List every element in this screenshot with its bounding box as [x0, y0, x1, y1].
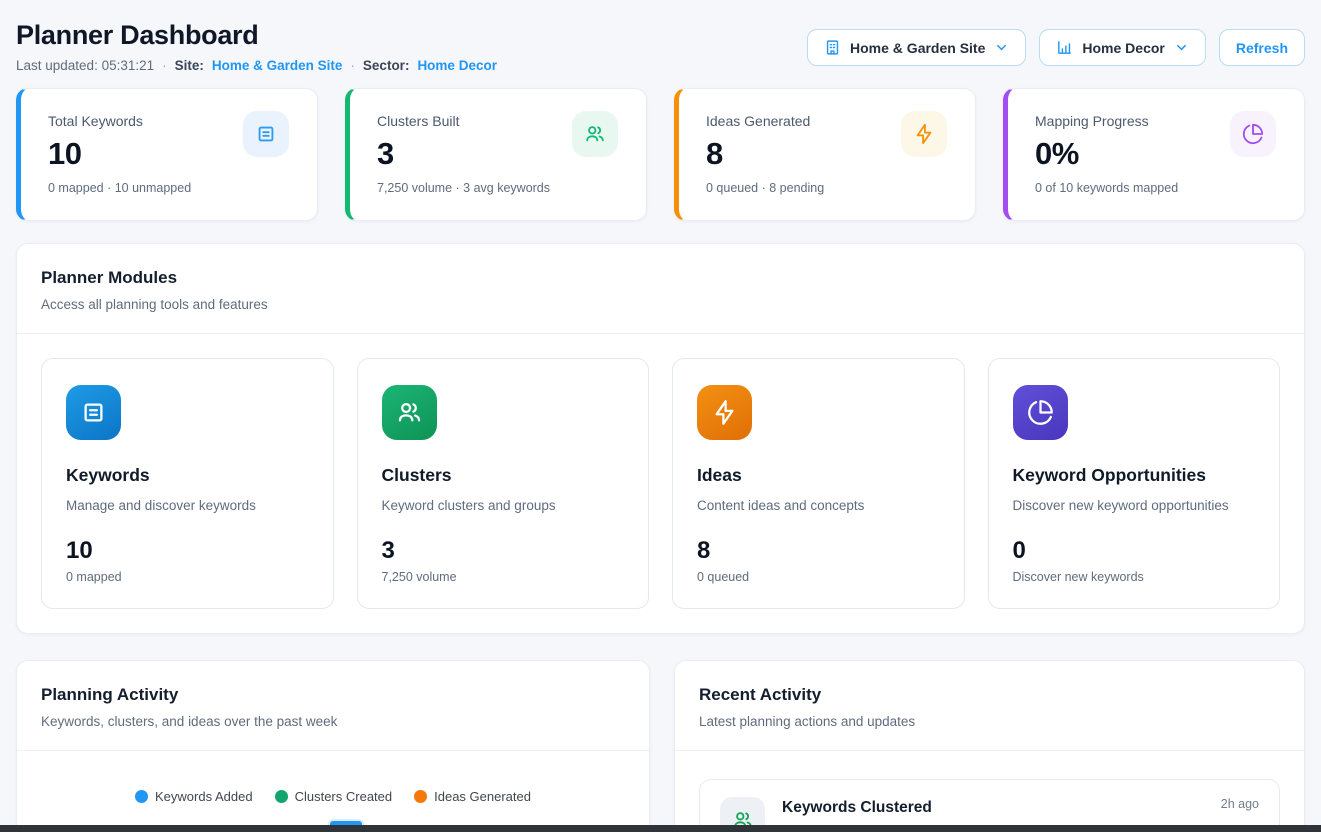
- planning-activity-subtitle: Keywords, clusters, and ideas over the p…: [41, 714, 625, 729]
- module-subtext: Discover new keywords: [1013, 570, 1256, 584]
- modules-title: Planner Modules: [41, 268, 1280, 288]
- chart-legend: Keywords Added Clusters Created Ideas Ge…: [41, 789, 625, 804]
- header-meta: Last updated: 05:31:21 · Site: Home & Ga…: [16, 58, 497, 73]
- bar-chart-icon: [1056, 39, 1073, 56]
- taskbar-edge: [0, 825, 1321, 832]
- pie-chart-icon: [1230, 111, 1276, 157]
- recent-activity-panel: Recent Activity Latest planning actions …: [674, 660, 1305, 832]
- legend-label: Keywords Added: [155, 789, 253, 804]
- legend-dot-icon: [135, 790, 148, 803]
- activity-item-title: Keywords Clustered: [782, 799, 932, 817]
- stats-row: Total Keywords 10 0 mapped · 10 unmapped…: [16, 88, 1305, 221]
- stat-subtext: 0 mapped · 10 unmapped: [48, 181, 293, 195]
- stat-card-total-keywords: Total Keywords 10 0 mapped · 10 unmapped: [16, 88, 318, 221]
- meta-separator: ·: [162, 58, 167, 73]
- legend-item-clusters-created[interactable]: Clusters Created: [275, 789, 393, 804]
- module-card-ideas[interactable]: Ideas Content ideas and concepts 8 0 que…: [672, 358, 965, 609]
- stat-subtext: 0 of 10 keywords mapped: [1035, 181, 1280, 195]
- module-card-clusters[interactable]: Clusters Keyword clusters and groups 3 7…: [357, 358, 650, 609]
- site-selector-label: Home & Garden Site: [850, 40, 985, 56]
- module-description: Content ideas and concepts: [697, 498, 940, 513]
- module-title: Ideas: [697, 465, 940, 486]
- page-title: Planner Dashboard: [16, 20, 497, 51]
- bottom-row: Planning Activity Keywords, clusters, an…: [16, 660, 1305, 832]
- planning-activity-header: Planning Activity Keywords, clusters, an…: [17, 661, 649, 750]
- legend-item-ideas-generated[interactable]: Ideas Generated: [414, 789, 531, 804]
- users-icon: [382, 385, 437, 440]
- module-card-keywords[interactable]: Keywords Manage and discover keywords 10…: [41, 358, 334, 609]
- page-header: Planner Dashboard Last updated: 05:31:21…: [16, 0, 1305, 73]
- refresh-button[interactable]: Refresh: [1219, 29, 1305, 66]
- module-subtext: 0 mapped: [66, 570, 309, 584]
- lightning-icon: [901, 111, 947, 157]
- modules-panel-header: Planner Modules Access all planning tool…: [17, 244, 1304, 333]
- meta-separator: ·: [350, 58, 355, 73]
- recent-activity-title: Recent Activity: [699, 685, 1280, 705]
- legend-dot-icon: [275, 790, 288, 803]
- stat-card-clusters-built: Clusters Built 3 7,250 volume · 3 avg ke…: [345, 88, 647, 221]
- module-title: Clusters: [382, 465, 625, 486]
- site-selector-dropdown[interactable]: Home & Garden Site: [807, 29, 1026, 66]
- activity-chart-area: Keywords Added Clusters Created Ideas Ge…: [17, 751, 649, 832]
- module-description: Discover new keyword opportunities: [1013, 498, 1256, 513]
- header-actions: Home & Garden Site Home Decor Refresh: [807, 29, 1305, 66]
- note-icon: [243, 111, 289, 157]
- legend-label: Clusters Created: [295, 789, 393, 804]
- pie-chart-icon: [1013, 385, 1068, 440]
- sector-selector-dropdown[interactable]: Home Decor: [1039, 29, 1205, 66]
- modules-grid: Keywords Manage and discover keywords 10…: [17, 334, 1304, 633]
- note-icon: [66, 385, 121, 440]
- site-link[interactable]: Home & Garden Site: [212, 58, 343, 73]
- recent-activity-header: Recent Activity Latest planning actions …: [675, 661, 1304, 750]
- module-description: Manage and discover keywords: [66, 498, 309, 513]
- users-icon: [572, 111, 618, 157]
- stat-subtext: 0 queued · 8 pending: [706, 181, 951, 195]
- recent-activity-list: Keywords Clustered 2h ago 3 new clusters…: [675, 751, 1304, 832]
- module-subtext: 0 queued: [697, 570, 940, 584]
- legend-dot-icon: [414, 790, 427, 803]
- modules-subtitle: Access all planning tools and features: [41, 297, 1280, 312]
- planner-dashboard-page: Planner Dashboard Last updated: 05:31:21…: [0, 0, 1321, 832]
- module-card-keyword-opportunities[interactable]: Keyword Opportunities Discover new keywo…: [988, 358, 1281, 609]
- chevron-down-icon: [1174, 40, 1189, 55]
- header-left: Planner Dashboard Last updated: 05:31:21…: [16, 20, 497, 73]
- planning-activity-title: Planning Activity: [41, 685, 625, 705]
- sector-label: Sector:: [363, 58, 410, 73]
- sector-link[interactable]: Home Decor: [417, 58, 497, 73]
- module-subtext: 7,250 volume: [382, 570, 625, 584]
- stat-card-ideas-generated: Ideas Generated 8 0 queued · 8 pending: [674, 88, 976, 221]
- lightning-icon: [697, 385, 752, 440]
- planner-modules-panel: Planner Modules Access all planning tool…: [16, 243, 1305, 634]
- module-stat: 8: [697, 537, 940, 565]
- planning-activity-panel: Planning Activity Keywords, clusters, an…: [16, 660, 650, 832]
- module-stat: 3: [382, 537, 625, 565]
- activity-item-timestamp: 2h ago: [1221, 797, 1259, 811]
- recent-activity-subtitle: Latest planning actions and updates: [699, 714, 1280, 729]
- legend-label: Ideas Generated: [434, 789, 531, 804]
- legend-item-keywords-added[interactable]: Keywords Added: [135, 789, 253, 804]
- site-label: Site:: [175, 58, 204, 73]
- module-stat: 0: [1013, 537, 1256, 565]
- stat-subtext: 7,250 volume · 3 avg keywords: [377, 181, 622, 195]
- module-title: Keyword Opportunities: [1013, 465, 1256, 486]
- module-description: Keyword clusters and groups: [382, 498, 625, 513]
- last-updated-text: Last updated: 05:31:21: [16, 58, 154, 73]
- stat-card-mapping-progress: Mapping Progress 0% 0 of 10 keywords map…: [1003, 88, 1305, 221]
- module-title: Keywords: [66, 465, 309, 486]
- sector-selector-label: Home Decor: [1082, 40, 1164, 56]
- chevron-down-icon: [994, 40, 1009, 55]
- module-stat: 10: [66, 537, 309, 565]
- building-icon: [824, 39, 841, 56]
